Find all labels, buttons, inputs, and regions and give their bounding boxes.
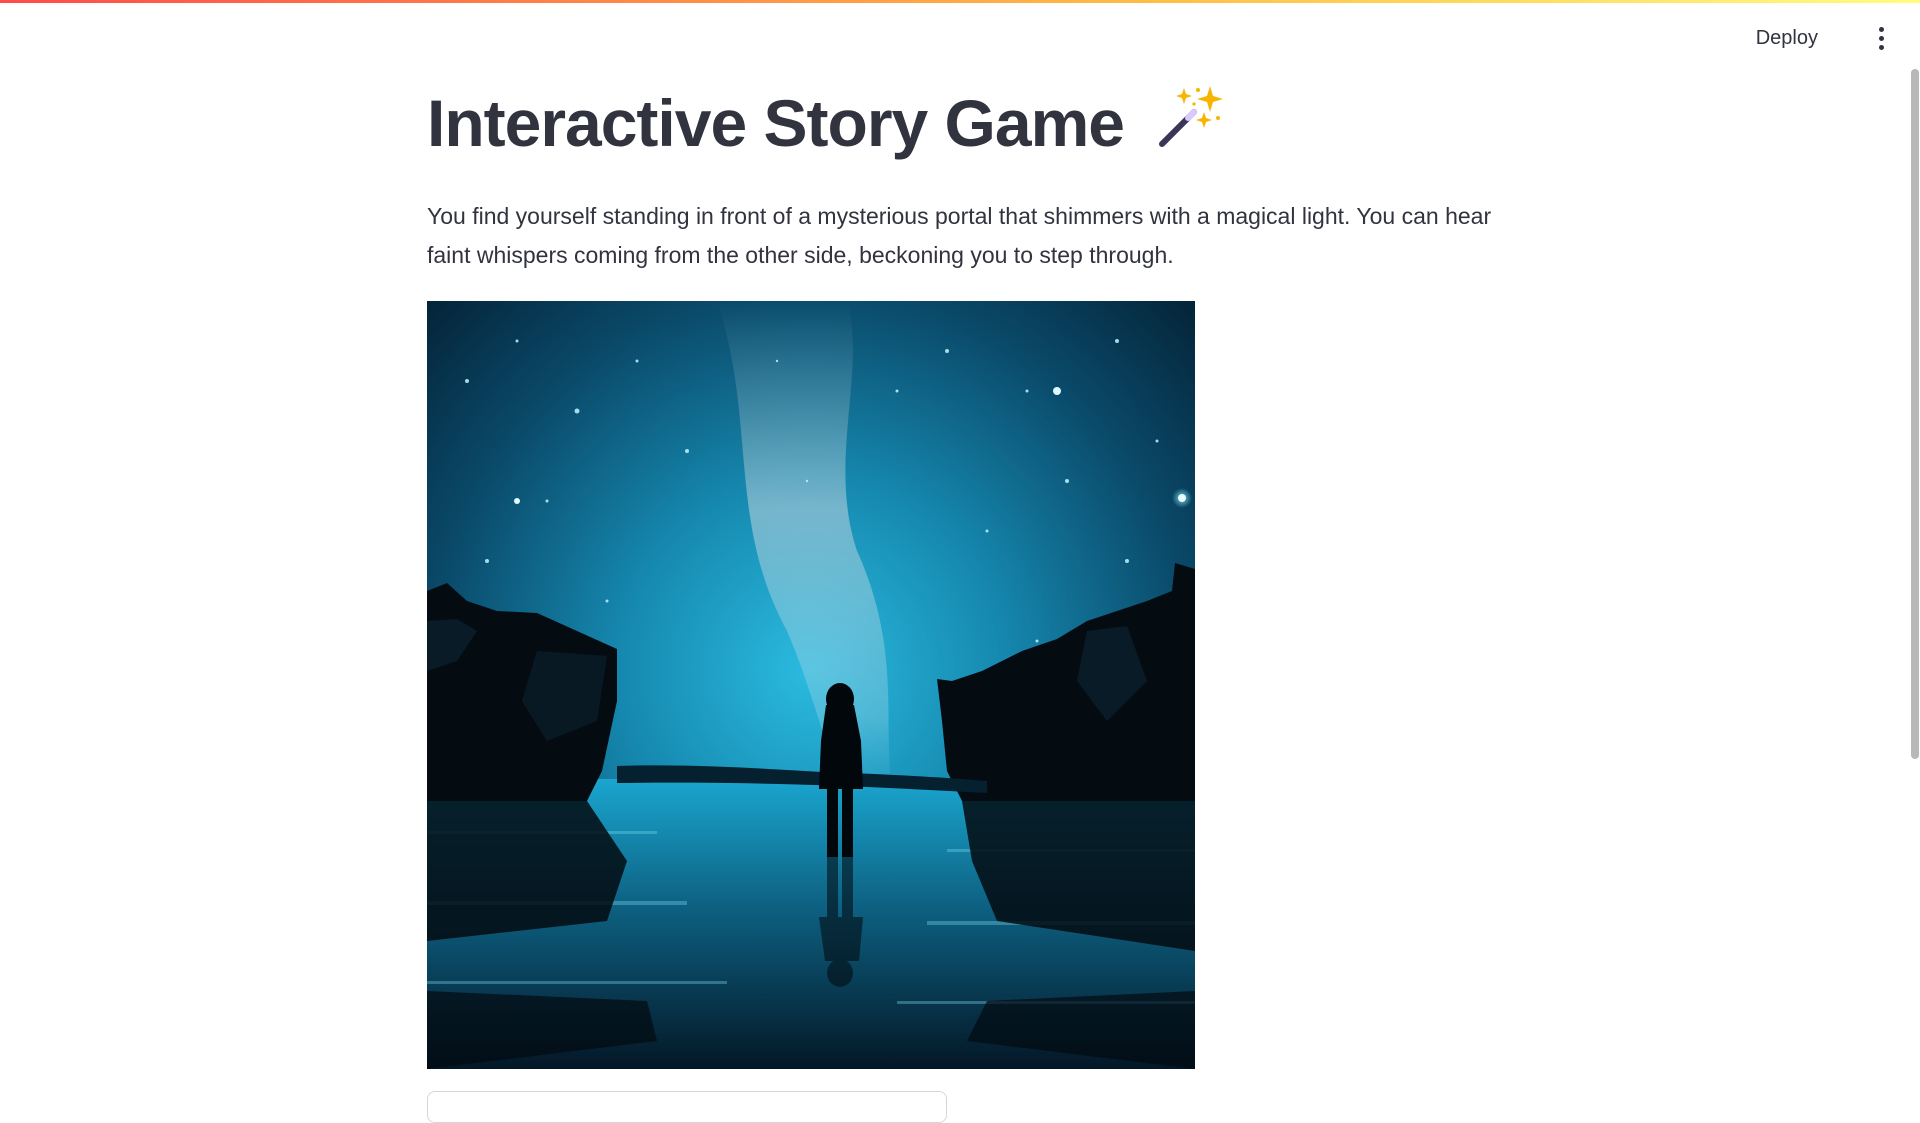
choice-box[interactable] (427, 1091, 947, 1123)
main-content: Interactive Story Game You find yourself… (427, 69, 1493, 1123)
scrollbar[interactable] (1910, 69, 1920, 1080)
scrollbar-thumb[interactable] (1911, 69, 1919, 759)
scene-image (427, 301, 1195, 1069)
title-row: Interactive Story Game (427, 69, 1493, 177)
magic-wand-icon (1158, 86, 1223, 147)
app-header: Deploy (0, 3, 1920, 69)
story-text: You find yourself standing in front of a… (427, 203, 1492, 268)
more-vertical-icon[interactable] (1864, 21, 1898, 55)
deploy-button[interactable]: Deploy (1742, 19, 1832, 57)
page-title: Interactive Story Game (427, 86, 1125, 160)
